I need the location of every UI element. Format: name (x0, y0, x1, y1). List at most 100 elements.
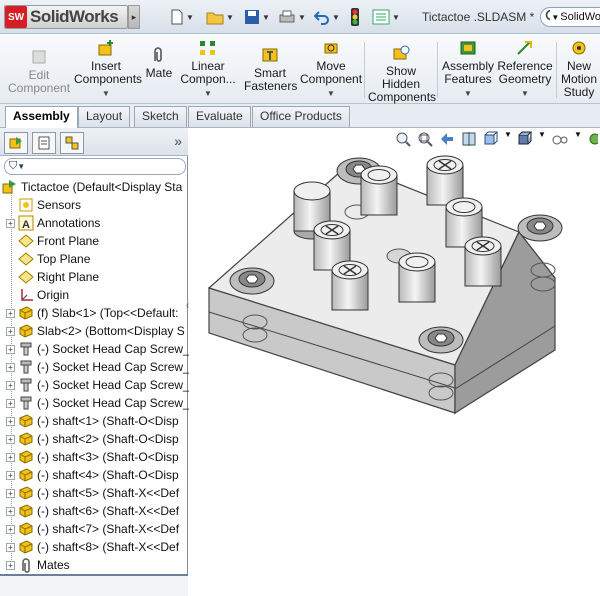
tree-item[interactable]: Origin (6, 286, 69, 304)
expand-node-icon[interactable]: + (6, 524, 15, 534)
motion-study-icon (572, 41, 586, 55)
tree-item[interactable]: Sensors (6, 196, 81, 214)
tree-item[interactable]: Front Plane (6, 232, 99, 250)
tree-item-label: Slab<2> (Bottom<Display S (37, 324, 185, 338)
configuration-manager-tab[interactable] (60, 132, 84, 154)
tree-item[interactable]: + (f) Slab<1> (Top<<Default: (6, 304, 178, 322)
tree-item[interactable]: + Mates (6, 556, 70, 574)
expand-node-icon[interactable]: + (6, 488, 15, 498)
expand-panel-icon[interactable]: » (174, 133, 182, 149)
tab-office-products[interactable]: Office Products (252, 106, 350, 127)
save-icon (245, 10, 259, 24)
tree-item[interactable]: + (-) shaft<4> (Shaft-O<Disp (6, 466, 179, 484)
tree-item[interactable]: + (-) shaft<3> (Shaft-O<Disp (6, 448, 179, 466)
search-box[interactable]: ▼ SolidWo (540, 7, 600, 27)
tab-sketch[interactable]: Sketch (134, 106, 187, 127)
tree-item[interactable]: Top Plane (6, 250, 90, 268)
mate-button[interactable]: Mate (142, 46, 176, 80)
expand-node-icon[interactable]: + (6, 560, 15, 570)
tree-item[interactable]: + A Annotations (6, 214, 100, 232)
tree-filter[interactable]: ⛉▼ (4, 158, 186, 175)
menu-arrow-icon[interactable]: ▸ (128, 5, 140, 29)
reference-geometry-icon (517, 41, 532, 55)
expand-node-icon[interactable]: + (6, 308, 15, 318)
tree-item-label: Annotations (37, 216, 101, 230)
tree-item[interactable]: Right Plane (6, 268, 99, 286)
tree-item-label: (-) shaft<3> (Shaft-O<Disp (37, 450, 179, 464)
show-hidden-icon (393, 45, 410, 60)
expand-node-icon[interactable]: + (6, 380, 15, 390)
logo-text: SolidWorks (30, 7, 119, 26)
smart-fasteners-button[interactable]: Smart Fasteners (244, 46, 297, 93)
folder-icon (206, 12, 224, 25)
tab-evaluate[interactable]: Evaluate (188, 106, 251, 127)
tree-item-label: (-) shaft<4> (Shaft-O<Disp (37, 468, 179, 482)
expand-node-icon[interactable]: + (6, 434, 15, 444)
insert-components-label: Insert Components (74, 59, 143, 86)
command-manager: Edit Component Insert Components ▼ Mate L… (0, 34, 600, 104)
tree-item[interactable]: + (-) shaft<7> (Shaft-X<<Def (6, 520, 179, 538)
part-icon (18, 449, 34, 465)
tab-layout[interactable]: Layout (78, 106, 131, 127)
linear-pattern-icon (200, 41, 215, 55)
tree-item-label: (-) shaft<7> (Shaft-X<<Def (37, 522, 180, 536)
tree-item[interactable]: + (-) shaft<1> (Shaft-O<Disp (6, 412, 179, 430)
expand-node-icon[interactable]: + (6, 326, 15, 336)
expand-node-icon[interactable]: + (6, 470, 15, 480)
expand-node-icon[interactable]: + (6, 362, 15, 372)
tree-item[interactable]: + (-) Socket Head Cap Screw_ (6, 358, 190, 376)
expand-node-icon[interactable]: + (6, 542, 15, 552)
move-component-icon (324, 43, 338, 54)
expand-node-icon[interactable]: + (6, 506, 15, 516)
tree-item-label: Origin (37, 288, 70, 302)
options-button[interactable]: ▼ (372, 8, 400, 26)
expand-node-icon[interactable]: + (6, 398, 15, 408)
tree-item-label: (-) shaft<2> (Shaft-O<Disp (37, 432, 179, 446)
edit-component-button[interactable]: Edit Component (8, 48, 70, 95)
reference-geometry-button[interactable]: Reference Geometry ▼ (496, 39, 554, 100)
expand-node-icon[interactable]: + (6, 218, 15, 228)
separator (364, 42, 365, 98)
insert-components-button[interactable]: Insert Components ▼ (74, 39, 142, 100)
assembly-features-button[interactable]: Assembly Features ▼ (440, 39, 496, 100)
new-motion-study-button[interactable]: New Motion Study (559, 39, 599, 99)
svg-text:A: A (22, 219, 30, 231)
expand-node-icon[interactable]: + (6, 416, 15, 426)
property-manager-tab[interactable] (32, 132, 56, 154)
expand-node-icon[interactable]: + (6, 344, 15, 354)
tictactoe-assembly-model[interactable] (189, 128, 600, 596)
undo-button[interactable]: ▼ (314, 8, 340, 26)
tree-item-label: (f) Slab<1> (Top<<Default: (37, 306, 179, 320)
tree-item[interactable]: + (-) shaft<2> (Shaft-O<Disp (6, 430, 179, 448)
tree-item-label: (-) Socket Head Cap Screw_ (37, 396, 190, 410)
tree-item[interactable]: + (-) Socket Head Cap Screw_ (6, 376, 190, 394)
open-button[interactable]: ▼ (206, 8, 234, 26)
new-document-button[interactable]: ▼ (170, 8, 194, 26)
print-button[interactable]: ▼ (278, 8, 306, 26)
tab-assembly[interactable]: Assembly (5, 106, 78, 128)
feature-manager-tab[interactable] (4, 132, 28, 154)
linear-component-pattern-button[interactable]: Linear Compon... ▼ (180, 39, 236, 100)
show-hidden-components-button[interactable]: Show Hidden Components (368, 44, 436, 104)
traffic-light-icon (351, 8, 359, 26)
save-button[interactable]: ▼ (244, 8, 270, 26)
tree-item[interactable]: + (-) shaft<5> (Shaft-X<<Def (6, 484, 179, 502)
tree-item[interactable]: + (-) Socket Head Cap Screw_ (6, 394, 190, 412)
tree-item[interactable]: + (-) Socket Head Cap Screw_ (6, 340, 190, 358)
tree-item[interactable]: + Slab<2> (Bottom<Display S (6, 322, 185, 340)
graphics-area[interactable]: ▼ ▼ ▼ (189, 128, 600, 596)
command-tabs: Assembly Layout Sketch Evaluate Office P… (0, 104, 600, 128)
tree-item[interactable]: + (-) shaft<6> (Shaft-X<<Def (6, 502, 179, 520)
tree-root[interactable]: Tictactoe (Default<Display Sta (2, 178, 182, 196)
rebuild-button[interactable] (350, 8, 360, 26)
part-icon (18, 521, 34, 537)
move-component-button[interactable]: Move Component ▼ (300, 39, 362, 100)
part-icon (18, 467, 34, 483)
tree-item-label: Sensors (37, 198, 82, 212)
expand-node-icon[interactable]: + (6, 452, 15, 462)
solidworks-logo[interactable]: SW SolidWorks (4, 5, 128, 29)
mates-icon (18, 557, 34, 573)
search-icon (545, 9, 551, 21)
screw-icon (18, 341, 34, 357)
tree-item[interactable]: + (-) shaft<8> (Shaft-X<<Def (6, 538, 179, 556)
